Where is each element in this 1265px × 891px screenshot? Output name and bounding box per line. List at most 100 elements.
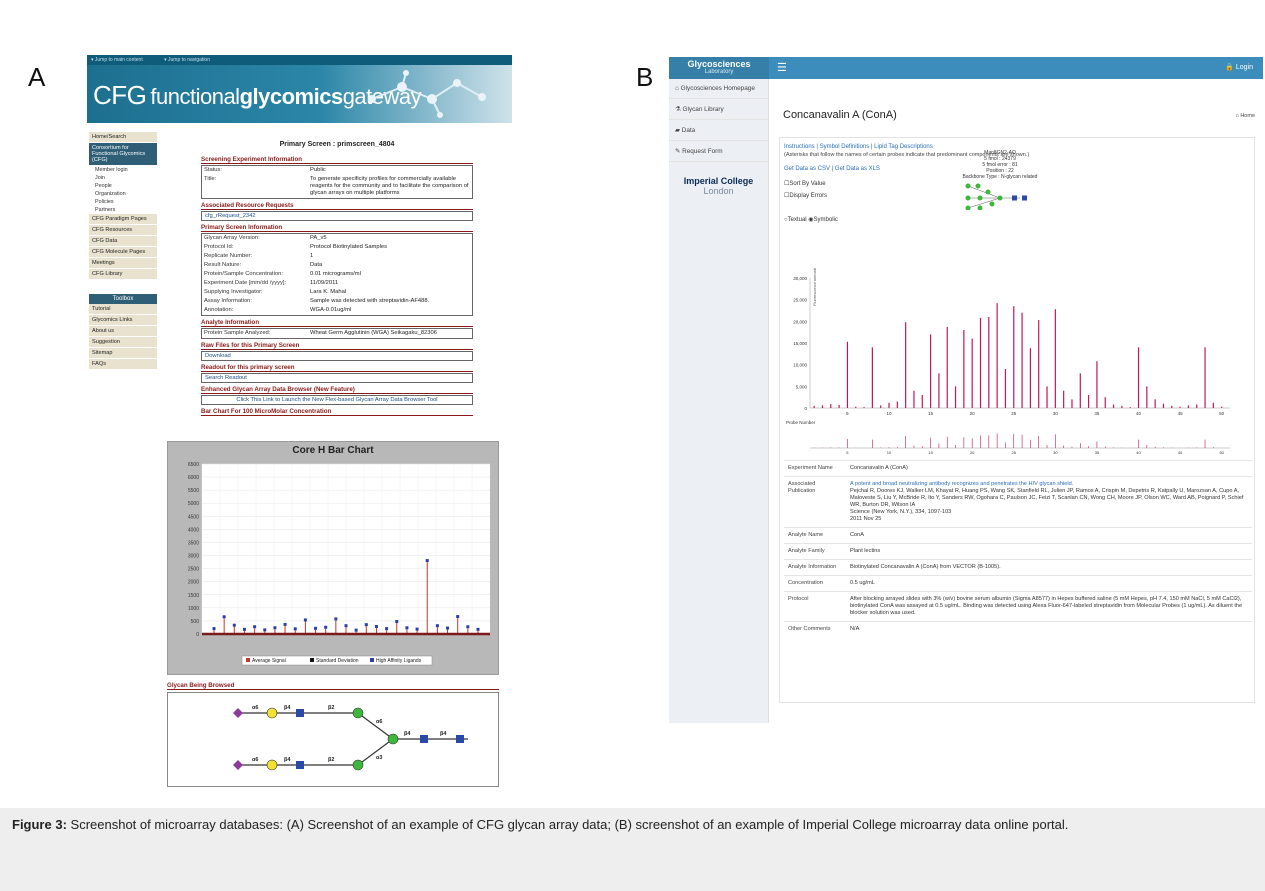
row-key: Result Nature:: [204, 262, 242, 268]
bar: [896, 401, 898, 408]
linkage-label: α6: [252, 705, 258, 711]
row-key: Annotation:: [204, 307, 234, 313]
overview-tick-label: 45: [1178, 450, 1183, 455]
launch-browser-link[interactable]: Click This Link to Launch the New Flex-b…: [201, 395, 473, 405]
download-link[interactable]: Download: [201, 351, 473, 361]
high-affinity-marker: [476, 627, 480, 631]
bar: [1104, 397, 1106, 408]
linkage-label: α6: [376, 719, 382, 725]
errors-checkbox[interactable]: ☐Display Errors: [784, 192, 827, 199]
sidebar-item-homepage[interactable]: ⌂ Glycosciences Homepage: [669, 79, 768, 99]
skip-nav-link[interactable]: ▾ Jump to navigation: [164, 57, 220, 63]
row-value[interactable]: Protocol Biotinylated Samples: [310, 244, 470, 251]
nav-home-search[interactable]: Home/Search: [89, 132, 157, 143]
sidebar-item[interactable]: CFG Molecule Pages: [89, 247, 157, 258]
y-tick-label: 5500: [188, 488, 199, 494]
toolbox-header: Toolbox: [89, 294, 157, 304]
toolbox-item[interactable]: Tutorial: [89, 304, 157, 315]
resource-link[interactable]: cfg_rRequest_2342: [201, 211, 473, 221]
analyte-link[interactable]: Wheat Germ Agglutinin (WGA) Seikagaku_82…: [310, 330, 470, 337]
download-links[interactable]: Get Data as CSV | Get Data as XLS: [784, 166, 880, 172]
sidebar-item-request-form[interactable]: ✎ Request Form: [669, 141, 768, 162]
toolbox-item[interactable]: About us: [89, 326, 157, 337]
high-affinity-marker: [415, 627, 419, 631]
toolbox-item[interactable]: Sitemap: [89, 348, 157, 359]
section-screening: Screening Experiment Information: [201, 156, 473, 164]
breadcrumb-home[interactable]: ⌂ Home: [1235, 113, 1255, 119]
bar: [1046, 386, 1048, 408]
legend-swatch: [246, 658, 250, 662]
table-row: Protein/Sample Concentration: 0.01 microg…: [202, 270, 472, 279]
page-title: Concanavalin A (ConA): [783, 109, 897, 121]
info-links[interactable]: Instructions | Symbol Definitions | Lipi…: [784, 144, 933, 150]
bar: [979, 317, 982, 408]
chart-legend: Average Signal Standard Deviation High Aff…: [241, 655, 433, 666]
sidebar-item-glycan-library[interactable]: ⚗ Glycan Library: [669, 99, 768, 120]
nav-consortium[interactable]: Consortium for Functional Glycomics (CFG…: [89, 143, 157, 166]
sidebar-item[interactable]: CFG Paradigm Pages: [89, 214, 157, 225]
legend-entry: Standard Deviation: [316, 658, 359, 664]
high-affinity-marker: [253, 625, 257, 629]
bar: [1196, 404, 1198, 408]
value-line: Plant lectins: [850, 548, 881, 554]
table-row: Associated Publication A potent and broad…: [784, 476, 1252, 528]
galactose-icon: [266, 759, 278, 771]
row-key: Other Comments: [784, 621, 846, 637]
search-readout-link[interactable]: Search Readout: [201, 373, 473, 383]
bar: [921, 395, 923, 408]
view-radios[interactable]: ○Textual ◉Symbolic: [784, 216, 838, 223]
lock-icon: 🔒: [1225, 64, 1234, 71]
bar: [1221, 406, 1223, 408]
y-tick-label: 5,000: [796, 384, 808, 389]
figure-caption: Figure 3: Screenshot of microarray datab…: [0, 808, 1265, 891]
sidebar-item[interactable]: CFG Data: [89, 236, 157, 247]
legend-entry: High Affinity Ligands: [376, 658, 422, 664]
sidebar-subitem[interactable]: Member login: [89, 166, 157, 174]
overview-tick-label: 10: [887, 450, 892, 455]
sort-checkbox[interactable]: ☐Sort By Value: [784, 180, 826, 187]
brand-logo[interactable]: Glycosciences Laboratory: [669, 57, 769, 79]
high-affinity-marker: [374, 624, 378, 628]
high-affinity-marker: [395, 620, 399, 624]
cfg-banner: CFG functionalglycomicsgateway: [87, 65, 512, 123]
sidebar-subitem[interactable]: Organization: [89, 190, 157, 198]
toolbox-item[interactable]: Suggestion: [89, 337, 157, 348]
sidebar-item[interactable]: CFG Library: [89, 269, 157, 280]
glcnac-icon: [296, 761, 304, 769]
high-affinity-marker: [364, 623, 368, 627]
skip-main-link[interactable]: ▾ Jump to main content: [91, 57, 153, 63]
publication-link[interactable]: A potent and broad neutralizing antibody…: [850, 481, 1248, 488]
y-tick-label: 1000: [188, 606, 199, 612]
page-title: Primary Screen : primscreen_4804: [279, 141, 395, 148]
value-line: 2011 Nov 25: [850, 516, 882, 522]
sidebar-subitem[interactable]: Join: [89, 174, 157, 182]
sidebar-subitem[interactable]: People: [89, 182, 157, 190]
y-tick-label: 1500: [188, 593, 199, 599]
login-button[interactable]: 🔒 Login: [1225, 63, 1253, 71]
row-value[interactable]: Lara K. Mahal: [310, 289, 470, 296]
chart-title: Core H Bar Chart: [292, 445, 374, 456]
bar: [1071, 399, 1073, 408]
value-line: Concanavalin A (ConA): [850, 465, 908, 471]
table-row: Glycan Array Version: PA_v5: [202, 234, 472, 243]
section-primary: Primary Screen Information: [201, 224, 473, 232]
x-tick-label: 10: [887, 411, 893, 416]
home-icon: ⌂: [1235, 113, 1239, 119]
table-row: Analyte Family Plant lectins: [784, 543, 1252, 560]
sidebar-item[interactable]: Meetings: [89, 258, 157, 269]
sidebar-item-data[interactable]: ▰ Data: [669, 120, 768, 141]
toolbox-item[interactable]: Glycomics Links: [89, 315, 157, 326]
sidebar-item[interactable]: CFG Resources: [89, 225, 157, 236]
sidebar-subitem[interactable]: Policies: [89, 198, 157, 206]
toolbox-item[interactable]: FAQs: [89, 359, 157, 370]
row-key: Protocol Id:: [204, 244, 234, 250]
legend-swatch: [370, 658, 374, 662]
bar: [954, 386, 957, 408]
y-tick-label: 15,000: [793, 341, 807, 346]
row-key: Assay Information:: [204, 298, 253, 304]
sidebar-subitem[interactable]: Partners: [89, 206, 157, 214]
bar: [1137, 347, 1140, 408]
hamburger-menu-icon[interactable]: ☰: [777, 61, 787, 74]
bar: [1212, 402, 1214, 408]
table-row: Protocol After blocking arrayed slides wi…: [784, 591, 1252, 622]
